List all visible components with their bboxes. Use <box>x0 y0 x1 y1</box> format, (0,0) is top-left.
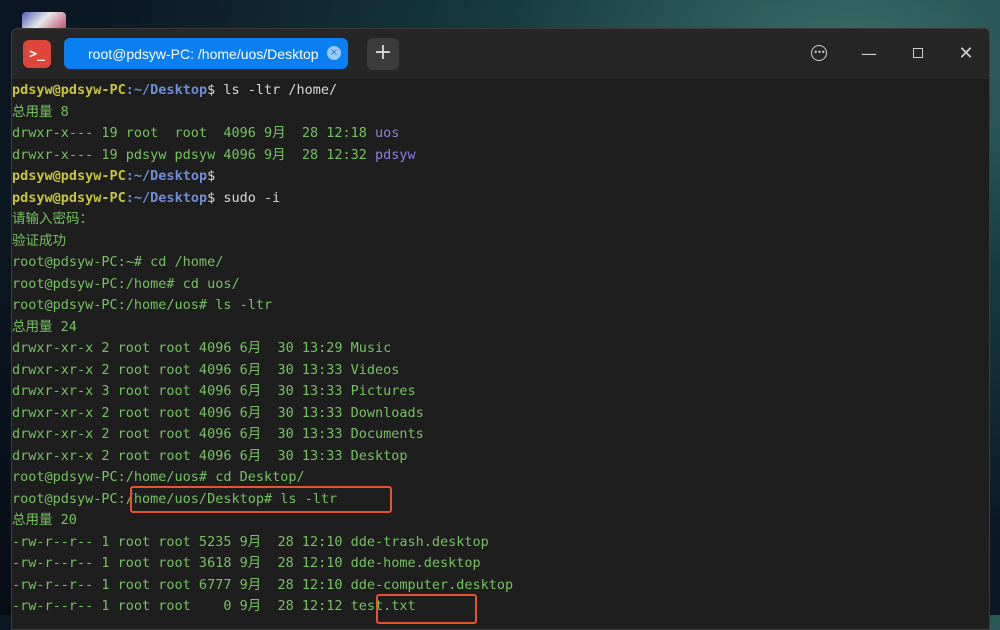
terminal-text-out: drwxr-xr-x 2 root root 4096 6月 30 13:33 … <box>12 361 400 378</box>
terminal-line: drwxr-xr-x 2 root root 4096 6月 30 13:33 … <box>12 360 989 382</box>
highlight-box-command <box>130 486 392 513</box>
terminal-line: 请输入密码： <box>12 209 989 231</box>
terminal-line: drwxr-x--- 19 pdsyw pdsyw 4096 9月 28 12:… <box>12 145 989 167</box>
terminal-line: -rw-r--r-- 1 root root 0 9月 28 12:12 tes… <box>12 596 989 618</box>
terminal-line: drwxr-xr-x 2 root root 4096 6月 30 13:29 … <box>12 338 989 360</box>
terminal-line: pdsyw@pdsyw-PC:~/Desktop$ ls -ltr /home/ <box>12 80 989 102</box>
close-button[interactable]: ✕ <box>954 42 978 66</box>
tab-title: root@pdsyw-PC: /home/uos/Desktop <box>88 45 319 62</box>
terminal-line: drwxr-xr-x 2 root root 4096 6月 30 13:33 … <box>12 424 989 446</box>
terminal-text-prompt: pdsyw@pdsyw-PC <box>12 82 126 98</box>
terminal-text-out: 总用量 24 <box>12 318 77 335</box>
terminal-app-icon[interactable]: >_ <box>23 40 51 68</box>
terminal-text-prompt: pdsyw@pdsyw-PC <box>12 168 126 184</box>
terminal-text-out: root@pdsyw-PC:/home/uos# cd Desktop/ <box>12 469 305 485</box>
terminal-text-out: drwxr-x--- 19 pdsyw pdsyw 4096 9月 28 12:… <box>12 146 375 163</box>
terminal-text-dir: uos <box>375 125 400 141</box>
terminal-line: drwxr-xr-x 3 root root 4096 6月 30 13:33 … <box>12 381 989 403</box>
terminal-text-out: -rw-r--r-- 1 root root 3618 9月 28 12:10 … <box>12 555 481 571</box>
terminal-text-cmd: $ <box>207 168 216 184</box>
highlight-box-file <box>376 594 477 624</box>
terminal-text-out: 验证成功 <box>12 232 66 249</box>
terminal-text-out: drwxr-xr-x 2 root root 4096 6月 30 13:33 … <box>12 426 424 442</box>
terminal-line: drwxr-xr-x 2 root root 4096 6月 30 13:33 … <box>12 446 989 468</box>
terminal-line: drwxr-xr-x 2 root root 4096 6月 30 13:33 … <box>12 403 989 425</box>
tab-close-icon[interactable]: × <box>327 46 341 60</box>
terminal-line: root@pdsyw-PC:/home/uos# ls -ltr <box>12 295 989 317</box>
terminal-line: pdsyw@pdsyw-PC:~/Desktop$ <box>12 166 989 188</box>
terminal-window: >_ root@pdsyw-PC: /home/uos/Desktop × + … <box>11 28 990 630</box>
terminal-line: -rw-r--r-- 1 root root 3618 9月 28 12:10 … <box>12 553 989 575</box>
terminal-text-dir: pdsyw <box>375 146 416 163</box>
terminal-line: root@pdsyw-PC:/home# cd uos/ <box>12 274 989 296</box>
maximize-icon <box>913 48 923 58</box>
menu-button[interactable]: ••• <box>807 42 831 66</box>
terminal-text-out: root@pdsyw-PC:~# cd /home/ <box>12 254 224 270</box>
terminal-text-path: :~/Desktop <box>125 189 208 206</box>
terminal-text-out: drwxr-xr-x 2 root root 4096 6月 30 13:29 … <box>12 340 392 356</box>
terminal-text-out: 请输入密码： <box>12 211 93 227</box>
terminal-text-out: -rw-r--r-- 1 root root 5235 9月 28 12:10 … <box>12 533 489 550</box>
terminal-line: 验证成功 <box>12 231 989 253</box>
terminal-text-prompt: pdsyw@pdsyw-PC <box>12 189 126 206</box>
terminal-line: root@pdsyw-PC:~# cd /home/ <box>12 252 989 274</box>
terminal-text-out: -rw-r--r-- 1 root root 6777 9月 28 12:10 … <box>12 576 514 593</box>
tab-terminal[interactable]: root@pdsyw-PC: /home/uos/Desktop × <box>64 38 348 69</box>
terminal-line: pdsyw@pdsyw-PC:~/Desktop$ sudo -i <box>12 188 989 210</box>
terminal-text-out: -rw-r--r-- 1 root root 0 9月 28 12:12 tes… <box>12 598 416 614</box>
terminal-text-path: :~/Desktop <box>125 82 208 98</box>
terminal-line: -rw-r--r-- 1 root root 6777 9月 28 12:10 … <box>12 575 989 597</box>
more-icon: ••• <box>811 45 827 61</box>
terminal-text-out: drwxr-x--- 19 root root 4096 9月 28 12:18 <box>12 125 375 141</box>
maximize-button[interactable] <box>906 42 930 66</box>
terminal-text-out: root@pdsyw-PC:/home# cd uos/ <box>12 275 240 292</box>
terminal-text-cmd: $ sudo -i <box>207 189 281 206</box>
terminal-text-out: drwxr-xr-x 3 root root 4096 6月 30 13:33 … <box>12 383 416 399</box>
terminal-text-out: drwxr-xr-x 2 root root 4096 6月 30 13:33 … <box>12 447 408 464</box>
title-bar: >_ root@pdsyw-PC: /home/uos/Desktop × + … <box>12 29 989 80</box>
terminal-line: 总用量 20 <box>12 510 989 532</box>
add-tab-button[interactable]: + <box>367 38 399 70</box>
terminal-line: 总用量 8 <box>12 102 989 124</box>
terminal-line: 总用量 24 <box>12 317 989 339</box>
terminal-text-out: 总用量 8 <box>12 103 69 120</box>
terminal-output[interactable]: pdsyw@pdsyw-PC:~/Desktop$ ls -ltr /home/… <box>12 80 989 629</box>
terminal-text-out: root@pdsyw-PC:/home/uos# ls -ltr <box>12 297 273 313</box>
terminal-text-cmd: $ ls -ltr /home/ <box>207 82 338 98</box>
terminal-text-out: 总用量 20 <box>12 512 77 528</box>
terminal-line: drwxr-x--- 19 root root 4096 9月 28 12:18… <box>12 123 989 145</box>
minimize-button[interactable]: — <box>857 42 881 66</box>
terminal-text-out: drwxr-xr-x 2 root root 4096 6月 30 13:33 … <box>12 404 424 421</box>
terminal-line: -rw-r--r-- 1 root root 5235 9月 28 12:10 … <box>12 532 989 554</box>
terminal-text-path: :~/Desktop <box>125 168 208 184</box>
